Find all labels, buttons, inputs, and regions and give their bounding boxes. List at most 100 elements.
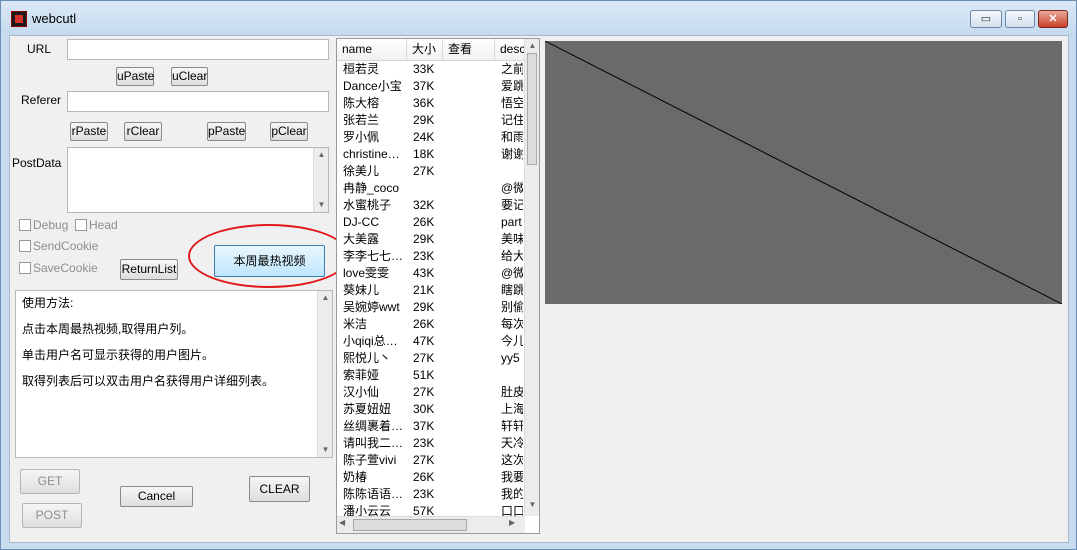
description: 和雨 — [501, 130, 523, 144]
hot-video-button[interactable]: 本周最热视频 — [214, 245, 325, 277]
list-row[interactable]: 请叫我二… 23K 天冷 — [337, 435, 525, 452]
file-size: 27K — [413, 453, 435, 467]
cancel-button[interactable]: Cancel — [120, 486, 193, 507]
horizontal-scroll-thumb[interactable] — [353, 519, 467, 531]
list-row[interactable]: 李李七七… 23K 给大 — [337, 248, 525, 265]
file-size: 29K — [413, 113, 435, 127]
description: 口口 — [501, 504, 523, 516]
image-preview[interactable] — [545, 41, 1062, 304]
postdata-textarea[interactable]: ▲ ▼ — [67, 147, 329, 213]
list-row[interactable]: 陈陈语语… 23K 我的 — [337, 486, 525, 503]
debug-checkbox[interactable] — [19, 219, 31, 231]
referer-input[interactable] — [67, 91, 329, 112]
list-row[interactable]: Dance小宝 37K 爱跳 — [337, 78, 525, 95]
user-name: 汉小仙 — [343, 385, 380, 399]
user-name: 桓若灵 — [343, 62, 380, 76]
user-name: 大美露 — [343, 232, 380, 246]
scroll-up-icon[interactable]: ▲ — [525, 39, 539, 53]
list-row[interactable]: 米洁 26K 每次 — [337, 316, 525, 333]
upaste-button[interactable]: uPaste — [116, 67, 154, 86]
user-name: 陈子萱vivi — [343, 453, 397, 467]
list-row[interactable]: DJ-CC 26K part — [337, 214, 525, 231]
file-size: 30K — [413, 402, 435, 416]
list-row[interactable]: 葵妹儿 21K 瞎跳 — [337, 282, 525, 299]
user-name: 张若兰 — [343, 113, 380, 127]
file-size: 47K — [413, 334, 435, 348]
list-row[interactable]: 潘小云云 57K 口口 — [337, 503, 525, 516]
scroll-down-icon[interactable]: ▼ — [314, 198, 329, 212]
minimize-button[interactable]: ▭ — [970, 10, 1002, 28]
list-row[interactable]: 陈子萱vivi 27K 这次 — [337, 452, 525, 469]
user-name: 熙悦儿丶 — [343, 351, 392, 365]
maximize-button[interactable]: ▫ — [1005, 10, 1035, 28]
list-row[interactable]: 苏夏妞妞 30K 上海 — [337, 401, 525, 418]
scroll-down-icon[interactable]: ▼ — [318, 443, 333, 457]
list-row[interactable]: 汉小仙 27K 肚皮 — [337, 384, 525, 401]
scroll-up-icon[interactable]: ▲ — [314, 148, 329, 162]
list-row[interactable]: 陈大榕 36K 悟空 — [337, 95, 525, 112]
title-bar[interactable]: webcutl ▭ ▫ ✕ — [1, 1, 1076, 35]
description: 我的 — [501, 487, 523, 501]
list-row[interactable]: 奶椿 26K 我要 — [337, 469, 525, 486]
list-row[interactable]: 丝绸裹着… 37K 轩轩 — [337, 418, 525, 435]
description: @微 — [501, 181, 523, 195]
user-list[interactable]: name 大小 查看 desc 桓若灵 33K 之前 Dance小宝 37K 爱跳 陈大榕 3… — [336, 38, 540, 534]
postdata-scrollbar[interactable]: ▲ ▼ — [313, 148, 328, 212]
clear-button[interactable]: CLEAR — [249, 476, 310, 502]
list-row[interactable]: 徐美儿 27K — [337, 163, 525, 180]
sendcookie-checkbox[interactable] — [19, 240, 31, 252]
column-header-desc[interactable]: desc — [495, 39, 525, 60]
scroll-left-icon[interactable]: ◀ — [339, 518, 345, 527]
list-row[interactable]: 张若兰 29K 记住 — [337, 112, 525, 129]
help-textbox[interactable]: 使用方法: 点击本周最热视频,取得用户列。 单击用户名可显示获得的用户图片。 取… — [15, 290, 333, 458]
file-size: 23K — [413, 436, 435, 450]
list-row[interactable]: christine… 18K 谢谢 — [337, 146, 525, 163]
scroll-down-icon[interactable]: ▼ — [525, 498, 539, 512]
list-row[interactable]: 罗小佩 24K 和雨 — [337, 129, 525, 146]
rpaste-button[interactable]: rPaste — [70, 122, 108, 141]
help-line: 单击用户名可显示获得的用户图片。 — [22, 348, 215, 362]
uclear-button[interactable]: uClear — [171, 67, 208, 86]
description: 天冷 — [501, 436, 523, 450]
pclear-button[interactable]: pClear — [270, 122, 308, 141]
description: 我要 — [501, 470, 523, 484]
app-icon — [11, 11, 27, 27]
scroll-up-icon[interactable]: ▲ — [318, 291, 333, 305]
file-size: 43K — [413, 266, 435, 280]
debug-label: Debug — [33, 218, 69, 232]
savecookie-checkbox[interactable] — [19, 262, 31, 274]
file-size: 18K — [413, 147, 435, 161]
returnlist-button[interactable]: ReturnList — [120, 259, 178, 280]
column-header-size[interactable]: 大小 — [407, 39, 443, 60]
url-input[interactable] — [67, 39, 329, 60]
file-size: 23K — [413, 249, 435, 263]
vertical-scroll-thumb[interactable] — [527, 53, 537, 165]
scroll-right-icon[interactable]: ▶ — [509, 518, 515, 527]
list-row[interactable]: 小qiqi总… 47K 今儿 — [337, 333, 525, 350]
rclear-button[interactable]: rClear — [124, 122, 162, 141]
ppaste-button[interactable]: pPaste — [207, 122, 246, 141]
get-button[interactable]: GET — [20, 469, 80, 494]
head-checkbox[interactable] — [75, 219, 87, 231]
list-horizontal-scrollbar[interactable]: ◀ ▶ — [337, 516, 525, 533]
list-row[interactable]: 桓若灵 33K 之前 — [337, 61, 525, 78]
savecookie-label: SaveCookie — [33, 261, 98, 275]
column-header-name[interactable]: name — [337, 39, 407, 60]
description: 每次 — [501, 317, 523, 331]
description — [501, 367, 523, 384]
close-button[interactable]: ✕ — [1038, 10, 1068, 28]
list-vertical-scrollbar[interactable]: ▲ ▼ — [524, 39, 539, 516]
list-row[interactable]: 熙悦儿丶 27K yy5 — [337, 350, 525, 367]
description: 悟空 — [501, 96, 523, 110]
list-row[interactable]: 索菲娅 51K — [337, 367, 525, 384]
help-scrollbar[interactable]: ▲ ▼ — [317, 291, 332, 457]
list-row[interactable]: 大美露 29K 美味 — [337, 231, 525, 248]
list-row[interactable]: 水蜜桃子 32K 要记 — [337, 197, 525, 214]
column-header-view[interactable]: 查看 — [443, 39, 495, 60]
user-name: 罗小佩 — [343, 130, 380, 144]
post-button[interactable]: POST — [22, 503, 82, 528]
list-row[interactable]: 吴婉婷wwt 29K 别偷 — [337, 299, 525, 316]
list-row[interactable]: love雯雯 43K @微 — [337, 265, 525, 282]
list-row[interactable]: 冉静_coco @微 — [337, 180, 525, 197]
list-rows: 桓若灵 33K 之前 Dance小宝 37K 爱跳 陈大榕 36K 悟空 张若兰 29K 记住 罗小佩 2… — [337, 61, 525, 516]
